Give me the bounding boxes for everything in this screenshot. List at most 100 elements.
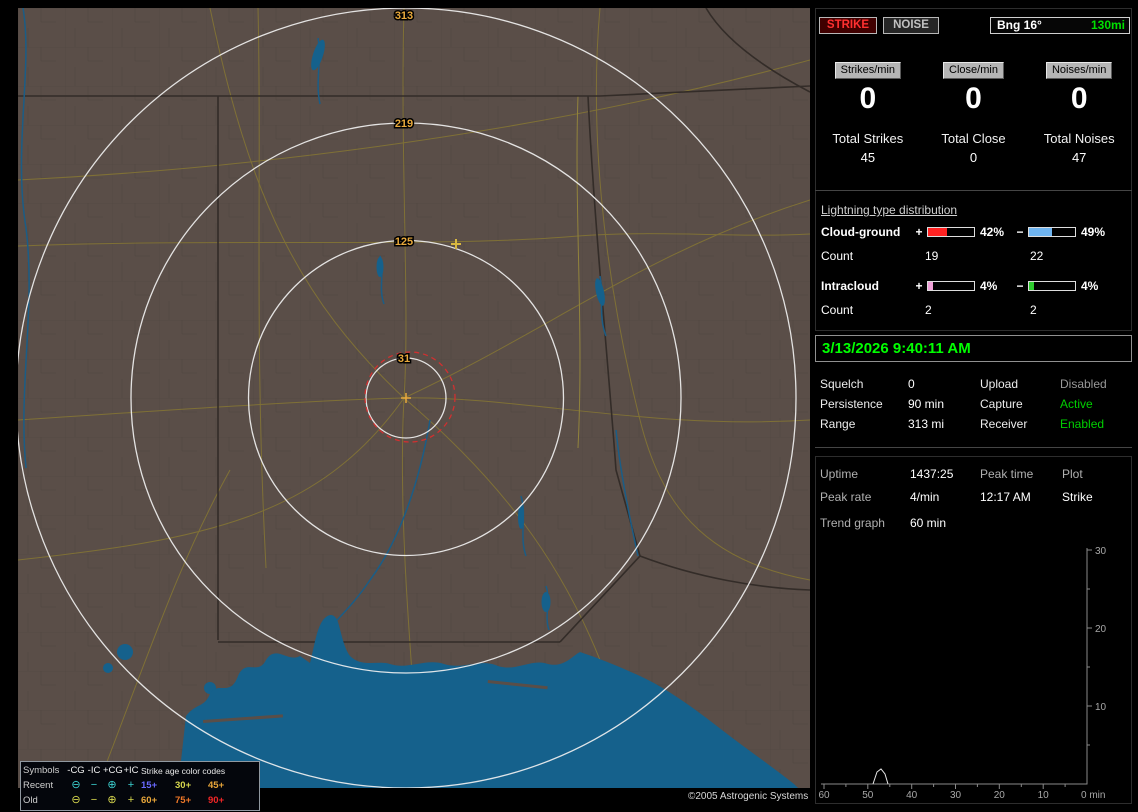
old-neg-cg-icon: ⊖ [71,794,81,806]
distribution-title: Lightning type distribution [821,203,958,217]
minus-sign: − [1016,279,1024,293]
rate-columns: Strikes/min 0 Total Strikes 45 Close/min… [815,62,1132,165]
total-noises-value: 47 [1071,150,1087,165]
ring-label-125: 125 [395,236,413,248]
age-45: 45+ [208,780,225,791]
ic-positive-count: 2 [925,303,932,317]
legend-row-recent-label: Recent [23,780,54,791]
x-ticks [823,784,1066,789]
intracloud-row: Intracloud + 4% − 4% [821,279,1130,293]
x-tick-10: 10 [1038,790,1050,801]
receiver-status-grid: Squelch 0 Upload Disabled Persistence 90… [820,374,1130,434]
trend-spike [872,768,889,785]
range-value: 313 mi [908,417,945,431]
cloud-ground-count-row: Count 19 22 [821,249,1043,263]
cg-positive-pct: 42% [980,225,1005,239]
total-noises-label: Total Noises [1043,131,1115,146]
ic-negative-count: 2 [1030,303,1037,317]
age-75: 75+ [175,795,192,806]
noises-per-min-button[interactable]: Noises/min [1045,62,1113,79]
upload-label: Upload [980,377,1019,391]
x-tick-20: 20 [994,790,1006,801]
old-pos-ic-icon: + [127,794,135,806]
trend-axes [821,548,1088,785]
peak-time-value: 12:17 AM [980,489,1031,504]
map-legend: Symbols -CG -IC +CG +IC Strike age color… [20,761,260,811]
count-label: Count [821,303,854,317]
legend-col-pos-cg: +CG [103,765,123,776]
ring-label-219: 219 [395,118,413,130]
uptime-value: 1437:25 [910,466,954,481]
cg-negative-bar [1028,227,1076,237]
recent-neg-cg-icon: ⊖ [71,779,81,791]
peak-time-label: Peak time [980,466,1034,481]
y-tick-20: 20 [1095,624,1107,635]
x-tick-60: 60 [818,790,830,801]
cloud-ground-label: Cloud-ground [821,225,901,239]
age-90: 90+ [208,795,225,806]
intracloud-label: Intracloud [821,279,880,293]
lightning-map[interactable]: 313 219 125 31 [15,7,811,789]
x-tick-50: 50 [862,790,874,801]
noise-indicator[interactable]: NOISE [883,17,939,34]
plot-value: Strike [1062,489,1093,504]
bearing-value: Bng 16° [997,18,1042,32]
bearing-range-value: 130mi [1090,18,1125,32]
close-per-min-value: 0 [965,82,982,115]
ic-negative-pct: 4% [1081,279,1099,293]
strikes-per-min-value: 0 [859,82,877,115]
total-close-label: Total Close [941,131,1006,146]
copyright-text: ©2005 Astrogenic Systems [688,791,809,802]
strikes-column: Strikes/min 0 Total Strikes 45 [815,62,921,165]
ic-positive-fill [928,282,933,290]
capture-label: Capture [980,397,1023,411]
trend-graph: 30 20 10 60 50 40 30 20 10 0 min [818,546,1107,801]
plot-label: Plot [1062,466,1083,481]
trend-graph-label: Trend graph [820,516,885,530]
ring-label-31: 31 [398,353,410,365]
strike-indicator[interactable]: STRIKE [819,17,877,34]
session-grid: Uptime 1437:25 Peak time Plot Peak rate … [820,462,1130,508]
ic-positive-pct: 4% [980,279,998,293]
map-canvas: 313 219 125 31 [15,7,811,789]
status-sidebar: STRIKE NOISE Bng 16° 130mi Strikes/min 0… [815,8,1132,804]
plus-sign: + [915,225,923,239]
ic-negative-fill [1029,282,1034,290]
x-tick-40: 40 [906,790,918,801]
recent-pos-ic-icon: + [127,779,135,791]
legend-row-old-label: Old [23,795,38,806]
cloud-ground-row: Cloud-ground + 42% − 49% [821,225,1130,239]
x-tick-30: 30 [950,790,962,801]
upload-status: Disabled [1060,377,1107,391]
cg-negative-count: 22 [1030,249,1044,263]
recent-neg-ic-icon: − [90,779,98,791]
y-ticks [1087,549,1092,746]
cg-positive-bar [927,227,975,237]
count-label: Count [821,249,854,263]
y-tick-10: 10 [1095,702,1107,713]
age-30: 30+ [175,780,192,791]
cg-negative-fill [1029,228,1052,236]
cg-positive-fill [928,228,948,236]
cg-positive-count: 19 [925,249,939,263]
legend-col-neg-ic: -IC [87,765,101,776]
peak-rate-value: 4/min [910,489,940,504]
close-per-min-button[interactable]: Close/min [943,62,1004,79]
ic-positive-bar [927,281,975,291]
legend-col-pos-ic: +IC [123,765,139,776]
squelch-value: 0 [908,377,915,391]
legend-age-header: Strike age color codes [141,765,226,776]
legend-col-neg-cg: -CG [67,765,85,776]
datetime-display: 3/13/2026 9:40:11 AM [815,335,1132,362]
minus-sign: − [1016,225,1024,239]
strikes-per-min-button[interactable]: Strikes/min [834,62,902,79]
close-column: Close/min 0 Total Close 0 [921,62,1027,165]
plus-sign: + [915,279,923,293]
persistence-label: Persistence [820,397,883,411]
total-close-value: 0 [969,150,978,165]
y-tick-30: 30 [1095,546,1107,557]
ring-label-313: 313 [395,10,413,22]
noises-column: Noises/min 0 Total Noises 47 [1026,62,1132,165]
total-strikes-label: Total Strikes [832,131,904,146]
age-60: 60+ [141,795,158,806]
